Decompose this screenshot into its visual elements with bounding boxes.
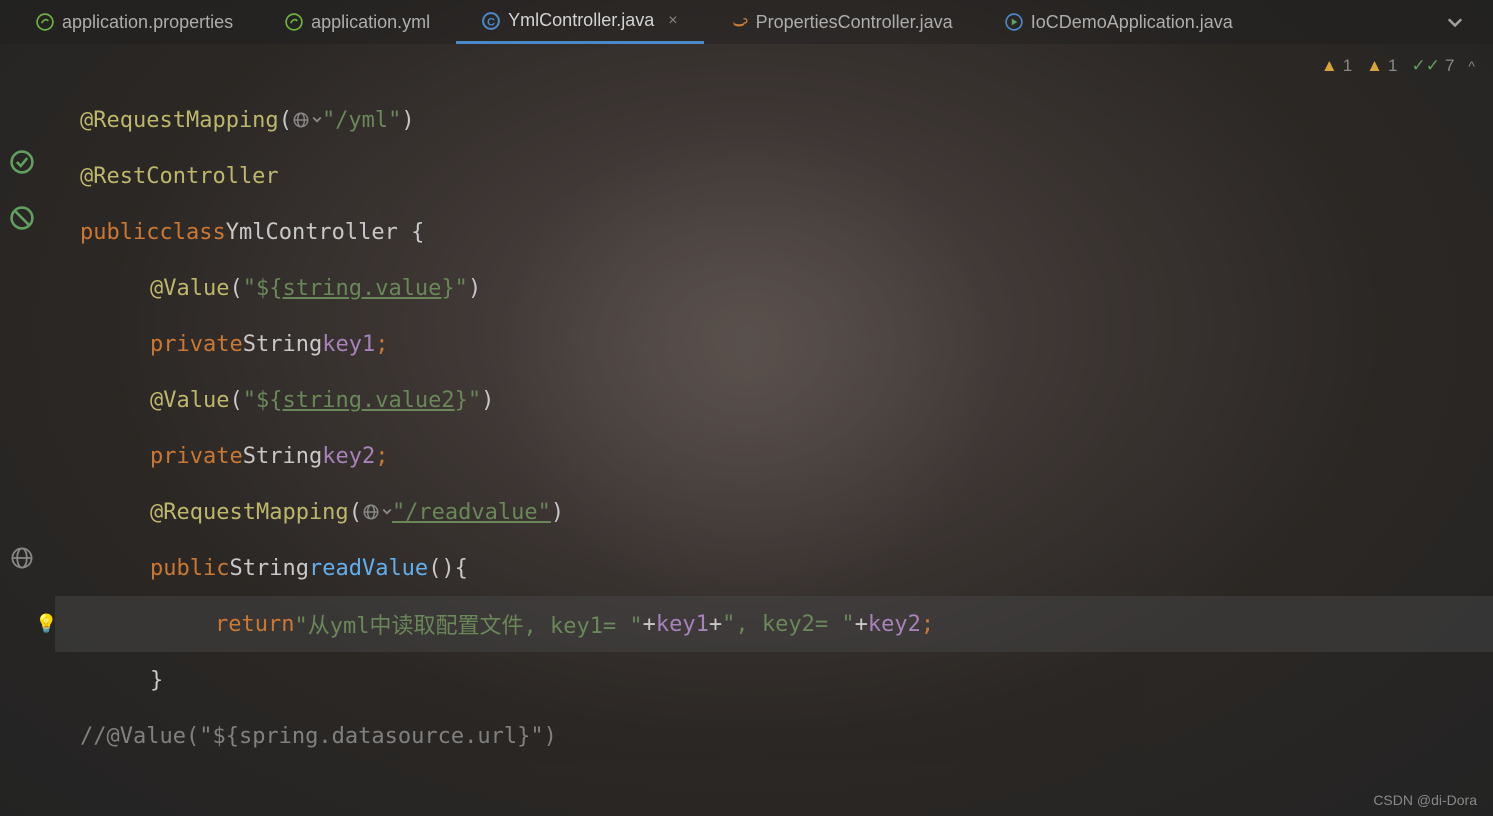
editor-tabs: application.properties application.yml C… bbox=[0, 0, 1493, 44]
inspection-ok[interactable]: ✓✓ 7 bbox=[1411, 56, 1454, 76]
tab-label: application.yml bbox=[311, 12, 430, 33]
tab-application-yml[interactable]: application.yml bbox=[259, 0, 456, 44]
run-icon bbox=[1005, 13, 1023, 31]
inspection-warning-2[interactable]: ▲ 1 bbox=[1366, 56, 1397, 76]
spring-icon bbox=[285, 13, 303, 31]
tab-label: YmlController.java bbox=[508, 10, 654, 31]
code-line[interactable]: private String key2; bbox=[55, 428, 1493, 484]
code-line[interactable]: @Value("${string.value}") bbox=[55, 260, 1493, 316]
tab-label: IoCDemoApplication.java bbox=[1031, 12, 1233, 33]
warning-count: 1 bbox=[1388, 56, 1397, 76]
code-line-current[interactable]: 💡return "从yml中读取配置文件, key1= "+key1+", ke… bbox=[55, 596, 1493, 652]
tab-application-properties[interactable]: application.properties bbox=[10, 0, 259, 44]
web-inline-icon[interactable] bbox=[292, 111, 322, 129]
code-line[interactable]: @Value("${string.value2}") bbox=[55, 372, 1493, 428]
check-icon: ✓✓ bbox=[1411, 56, 1440, 76]
web-inline-icon[interactable] bbox=[362, 503, 392, 521]
svg-text:C: C bbox=[487, 16, 495, 28]
code-editor[interactable]: @RequestMapping("/yml") @RestController … bbox=[55, 44, 1493, 816]
tabs-dropdown[interactable] bbox=[1427, 12, 1483, 33]
code-line[interactable]: @RequestMapping("/readvalue") bbox=[55, 484, 1493, 540]
gutter-endpoint-icon[interactable] bbox=[8, 148, 36, 176]
inspections-bar[interactable]: ▲ 1 ▲ 1 ✓✓ 7 ^ bbox=[1321, 56, 1475, 76]
code-line[interactable]: public class YmlController { bbox=[55, 204, 1493, 260]
close-icon[interactable]: × bbox=[668, 12, 677, 30]
editor-gutter bbox=[0, 44, 55, 816]
code-line[interactable]: } bbox=[55, 652, 1493, 708]
tab-label: application.properties bbox=[62, 12, 233, 33]
code-line[interactable]: private String key1; bbox=[55, 316, 1493, 372]
inspections-expand-icon[interactable]: ^ bbox=[1468, 58, 1475, 74]
gutter-web-icon[interactable] bbox=[8, 544, 36, 572]
tab-propertiescontroller[interactable]: PropertiesController.java bbox=[704, 0, 979, 44]
code-line[interactable]: // @Value("${spring.datasource.url}") bbox=[55, 708, 1493, 764]
tab-label: PropertiesController.java bbox=[756, 12, 953, 33]
tab-iocdemoapp[interactable]: IoCDemoApplication.java bbox=[979, 0, 1259, 44]
watermark: CSDN @di-Dora bbox=[1373, 792, 1477, 808]
spring-icon bbox=[36, 13, 54, 31]
warning-count: 1 bbox=[1343, 56, 1352, 76]
tab-ymlcontroller[interactable]: C YmlController.java × bbox=[456, 0, 703, 44]
java-icon bbox=[730, 13, 748, 31]
code-line[interactable]: public String readValue(){ bbox=[55, 540, 1493, 596]
warning-icon: ▲ bbox=[1321, 56, 1338, 76]
gutter-bean-icon[interactable] bbox=[8, 204, 36, 232]
code-line[interactable]: @RestController bbox=[55, 148, 1493, 204]
class-icon: C bbox=[482, 12, 500, 30]
warning-icon: ▲ bbox=[1366, 56, 1383, 76]
ok-count: 7 bbox=[1445, 56, 1454, 76]
inspection-warning-1[interactable]: ▲ 1 bbox=[1321, 56, 1352, 76]
code-line[interactable]: @RequestMapping("/yml") bbox=[55, 92, 1493, 148]
